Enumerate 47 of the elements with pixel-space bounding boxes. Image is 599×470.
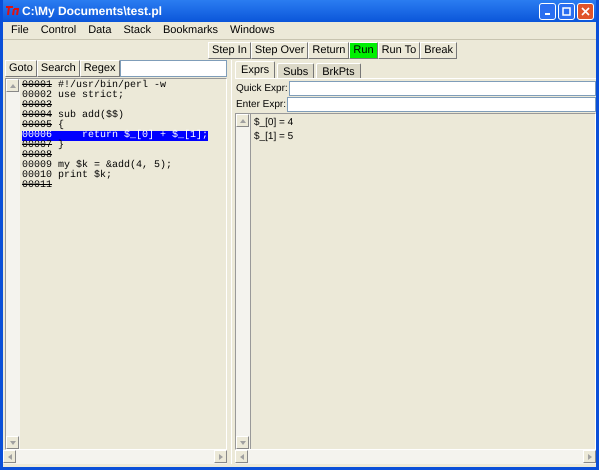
app-icon [5, 5, 19, 17]
toolbar-button[interactable]: Step Over [250, 42, 308, 58]
code-line[interactable]: 00011 [22, 181, 52, 191]
menu-item[interactable]: Control [40, 22, 76, 39]
window-title: C:\My Documents\test.pl [22, 3, 164, 20]
expression-field[interactable] [288, 81, 596, 96]
expression-field[interactable] [287, 97, 596, 112]
search-mode-button[interactable]: Regex [80, 60, 120, 77]
code-line[interactable]: 00002 use strict; [22, 91, 124, 101]
code-line[interactable]: 00007 } [22, 141, 64, 151]
close-button[interactable] [577, 2, 594, 20]
code-line[interactable]: 00001 #!/usr/bin/perl -w [22, 81, 166, 91]
toolbar-button[interactable]: Run [349, 42, 378, 58]
menu-item[interactable]: File [11, 22, 29, 39]
maximize-button[interactable] [558, 2, 575, 20]
search-field[interactable] [120, 60, 227, 77]
vertical-scrollbar[interactable] [6, 79, 20, 449]
horizontal-scrollbar[interactable] [235, 450, 596, 464]
field-label: Enter Expr: [235, 98, 288, 112]
toolbar-button[interactable]: Step In [208, 42, 251, 58]
menu-item[interactable]: Stack [123, 22, 151, 39]
horizontal-scrollbar[interactable] [3, 450, 227, 464]
menu-item[interactable]: Windows [230, 22, 275, 39]
search-mode-button[interactable]: Search [36, 60, 80, 77]
toolbar-button[interactable]: Run To [378, 42, 420, 58]
minimize-button[interactable] [539, 2, 556, 20]
menu-item[interactable]: Data [88, 22, 112, 39]
code-line[interactable]: 00008 [22, 151, 52, 161]
toolbar-button[interactable]: Break [420, 42, 458, 58]
result-text: $_[1] = 5 [254, 130, 294, 144]
tab[interactable]: Exprs [235, 61, 276, 78]
code-line[interactable]: 00010 print $k; [22, 171, 112, 181]
code-line[interactable]: 00004 sub add($$) [22, 111, 124, 121]
search-mode-button[interactable]: Goto [5, 60, 37, 77]
result-text: $_[0] = 4 [254, 116, 294, 130]
minimize-icon [545, 13, 550, 15]
maximize-icon [562, 6, 571, 16]
tab[interactable]: BrkPts [316, 63, 361, 78]
code-line[interactable]: 00009 my $k = &add(4, 5); [22, 161, 172, 171]
code-line[interactable]: 00003 [22, 101, 52, 111]
field-label: Quick Expr: [235, 82, 289, 96]
menu-item[interactable]: Bookmarks [162, 22, 218, 39]
close-icon [581, 6, 590, 16]
vertical-scrollbar[interactable] [236, 114, 250, 449]
tab[interactable]: Subs [277, 63, 314, 78]
toolbar-button[interactable]: Return [308, 42, 350, 58]
code-line[interactable]: 00005 { [22, 121, 64, 131]
